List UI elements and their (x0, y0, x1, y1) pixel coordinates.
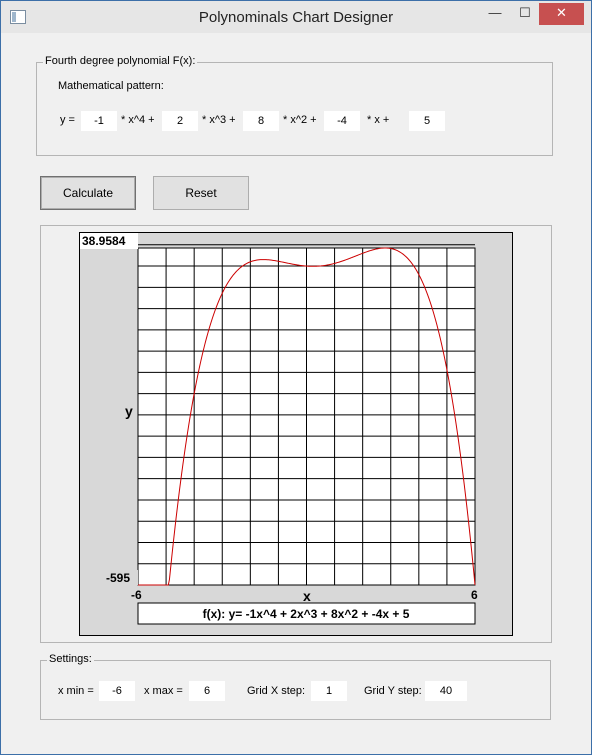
settings-legend: Settings: (47, 653, 94, 665)
coefficient-x3-input[interactable] (162, 111, 198, 131)
coefficient-const-input[interactable] (409, 111, 445, 131)
chart-panel: 38.9584 -595 y -6 x 6 f(x): y= -1x^4 + 2… (40, 225, 552, 643)
client-area: Fourth degree polynomial F(x): Mathemati… (9, 33, 583, 748)
x-max-input[interactable] (189, 681, 225, 701)
term-x3-label: * x^3 + (202, 114, 236, 126)
y-equals-label: y = (60, 114, 75, 126)
grid-x-step-label: Grid X step: (247, 685, 306, 697)
y-min-label: -595 (106, 571, 130, 585)
grid-x-step-input[interactable] (311, 681, 347, 701)
coefficient-x4-input[interactable] (81, 111, 117, 131)
pattern-label: Mathematical pattern: (58, 80, 164, 92)
term-x1-label: * x + (367, 114, 390, 126)
reset-button[interactable]: Reset (153, 176, 249, 210)
grid-y-step-input[interactable] (425, 681, 467, 701)
minimize-button[interactable]: — (481, 3, 509, 25)
y-axis-label: y (125, 403, 133, 419)
term-x2-label: * x^2 + (283, 114, 317, 126)
coefficient-x1-input[interactable] (324, 111, 360, 131)
y-max-label: 38.9584 (82, 234, 126, 248)
chart-area: 38.9584 -595 y -6 x 6 f(x): y= -1x^4 + 2… (79, 232, 513, 636)
title-bar: Polynominals Chart Designer — ☐ ✕ (1, 1, 591, 33)
grid-y-step-label: Grid Y step: (364, 685, 422, 697)
chart-svg: 38.9584 -595 y -6 x 6 f(x): y= -1x^4 + 2… (80, 233, 478, 625)
x-min-setting-label: x min = (58, 685, 94, 697)
polynomial-group-legend: Fourth degree polynomial F(x): (43, 55, 198, 67)
x-min-input[interactable] (99, 681, 135, 701)
term-x4-label: * x^4 + (121, 114, 155, 126)
coefficient-x2-input[interactable] (243, 111, 279, 131)
x-axis-label: x (303, 588, 311, 604)
x-max-setting-label: x max = (144, 685, 183, 697)
x-max-label: 6 (471, 588, 478, 602)
maximize-button[interactable]: ☐ (511, 3, 539, 25)
close-button[interactable]: ✕ (539, 3, 584, 25)
app-window: Polynominals Chart Designer — ☐ ✕ Fourth… (0, 0, 592, 755)
x-min-label: -6 (131, 588, 142, 602)
polynomial-groupbox (36, 62, 553, 156)
formula-label: f(x): y= -1x^4 + 2x^3 + 8x^2 + -4x + 5 (203, 607, 410, 621)
calculate-button[interactable]: Calculate (40, 176, 136, 210)
